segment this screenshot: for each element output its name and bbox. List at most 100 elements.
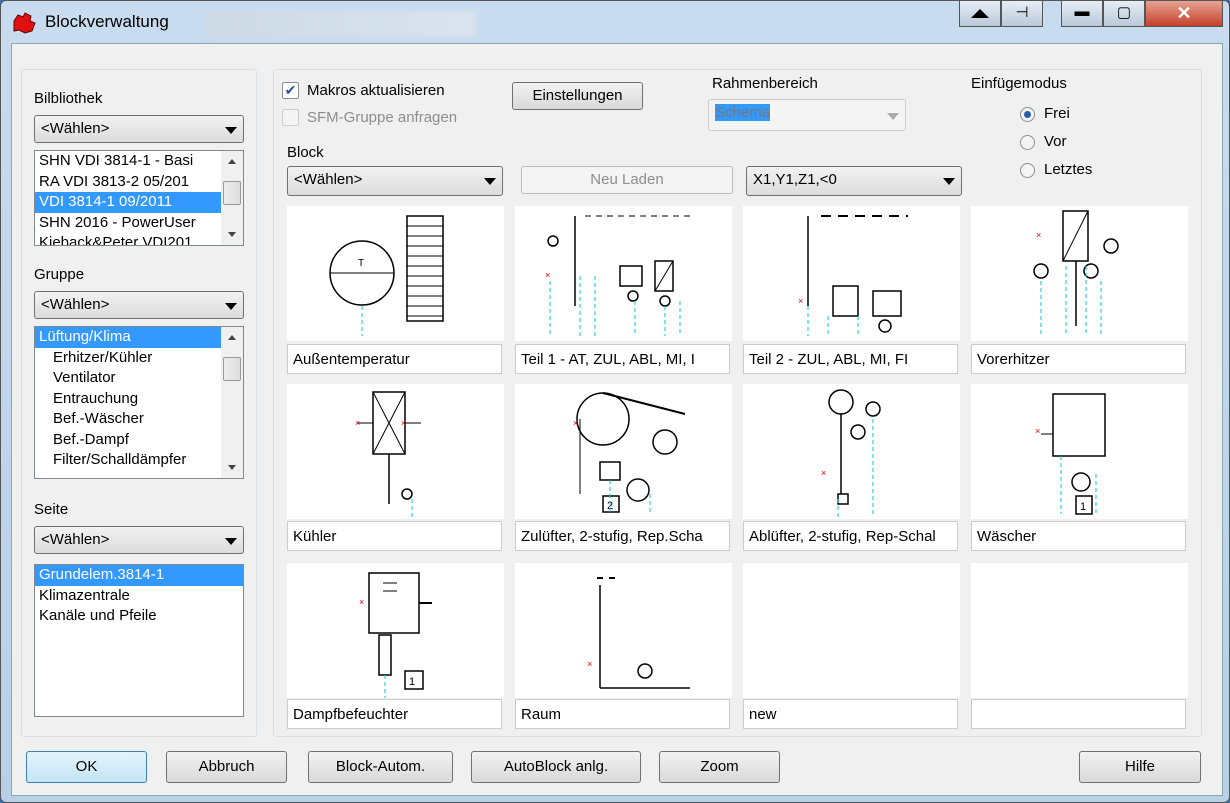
block-symbol-icon: × ×	[355, 391, 421, 519]
abbruch-button[interactable]: Abbruch	[166, 751, 287, 783]
block-tile-preview[interactable]: ×	[743, 384, 960, 519]
list-item[interactable]: Ventilator	[35, 368, 221, 389]
list-item[interactable]: Grundelem.3814-1	[35, 565, 243, 586]
seite-list[interactable]: Grundelem.3814-1 Klimazentrale Kanäle und …	[34, 564, 244, 717]
block-tile-preview[interactable]: T	[287, 206, 504, 341]
block-tile-preview[interactable]: 1 ×	[287, 563, 504, 698]
seite-combo[interactable]: <Wählen>	[34, 526, 244, 554]
block-tile-label[interactable]: Raum	[515, 699, 730, 729]
list-item[interactable]: Kieback&Peter VDI201	[35, 233, 221, 245]
einstellungen-button[interactable]: Einstellungen	[512, 82, 643, 110]
block-tile-preview[interactable]: ×	[971, 206, 1188, 341]
window-title: Blockverwaltung	[45, 12, 169, 31]
block-label: Block	[287, 144, 324, 161]
block-symbol-icon: 1×	[359, 572, 432, 698]
autoblock-button[interactable]: AutoBlock anlg.	[471, 751, 641, 783]
block-tile-preview[interactable]: ×	[515, 206, 732, 341]
pin-button[interactable]: ⊣	[1001, 1, 1043, 27]
list-item[interactable]: SHN 2016 - PowerUser	[35, 213, 221, 234]
block-tile-label[interactable]: Vorerhitzer	[971, 344, 1186, 374]
combo-value: <Wählen>	[41, 531, 110, 548]
ok-button[interactable]: OK	[26, 751, 147, 783]
block-tile-label[interactable]	[971, 699, 1186, 729]
svg-text:×: ×	[587, 659, 592, 669]
block-symbol-icon: ×	[545, 215, 695, 336]
list-item[interactable]: VDI 3814-1 09/2011	[35, 192, 221, 213]
makros-label: Makros aktualisieren	[307, 82, 445, 99]
einfuege-radio-2[interactable]	[1020, 163, 1035, 178]
bibliothek-combo[interactable]: <Wählen>	[34, 115, 244, 143]
block-tile-label[interactable]: Teil 1 - AT, ZUL, ABL, MI, I	[515, 344, 730, 374]
list-item[interactable]: Erhitzer/Kühler	[35, 348, 221, 369]
block-symbol-icon	[971, 563, 1188, 698]
list-item[interactable]: Klimazentrale	[35, 586, 243, 607]
chevron-down-icon	[225, 303, 237, 310]
chevron-down-icon	[887, 113, 899, 120]
block-tile-preview[interactable]	[743, 563, 960, 698]
minimize-button[interactable]: ▬	[1061, 1, 1103, 27]
list-item[interactable]: RA VDI 3813-2 05/201	[35, 172, 221, 193]
block-symbol-icon: ×	[1033, 210, 1119, 336]
sfm-checkbox[interactable]	[282, 109, 299, 126]
block-autom-button[interactable]: Block-Autom.	[308, 751, 453, 783]
chevron-down-icon	[943, 178, 955, 185]
list-item[interactable]: Bef.-Dampf	[35, 430, 221, 451]
block-symbol-icon: ×	[587, 577, 690, 689]
list-item[interactable]: SHN VDI 3814-1 - Basi	[35, 151, 221, 172]
block-combo[interactable]: <Wählen>	[287, 166, 503, 196]
svg-text:×: ×	[1035, 426, 1040, 436]
coords-combo[interactable]: X1,Y1,Z1,<0	[746, 166, 962, 196]
dialog-window: Blockverwaltung ⊣ ▬ ▢ ✕ Bilbliothek <Wäh…	[0, 0, 1230, 803]
block-tile-preview[interactable]	[971, 563, 1188, 698]
list-item[interactable]: Lüftung/Klima	[35, 327, 221, 348]
block-tile-preview[interactable]: × ×	[287, 384, 504, 519]
block-tile-label[interactable]: Teil 2 - ZUL, ABL, MI, FI	[743, 344, 958, 374]
scrollbar[interactable]	[221, 151, 243, 245]
chevron-down-icon	[225, 538, 237, 545]
einfuege-radio-1[interactable]	[1020, 135, 1035, 150]
scrollbar[interactable]	[221, 327, 243, 478]
app-puzzle-icon	[13, 12, 36, 34]
maximize-button[interactable]: ▢	[1103, 1, 1145, 27]
combo-value: <Wählen>	[41, 120, 110, 137]
chevron-down-icon	[484, 178, 496, 185]
svg-text:T: T	[358, 258, 364, 269]
block-tile-label[interactable]: Außentemperatur	[287, 344, 502, 374]
gruppe-combo[interactable]: <Wählen>	[34, 291, 244, 319]
einfuege-option-label: Vor	[1044, 133, 1067, 150]
block-symbol-icon: ×	[798, 215, 908, 336]
einfuege-option-label: Frei	[1044, 105, 1070, 122]
list-item[interactable]: Filter/Schalldämpfer	[35, 450, 221, 471]
collapse-button[interactable]	[959, 1, 1001, 27]
block-tile-preview[interactable]: ×	[743, 206, 960, 341]
gruppe-list[interactable]: Lüftung/Klima Erhitzer/Kühler Ventilator En…	[34, 326, 244, 479]
einfuege-radio-0[interactable]	[1020, 107, 1035, 122]
block-tile-label[interactable]: new	[743, 699, 958, 729]
list-item[interactable]: Entrauchung	[35, 389, 221, 410]
block-tile-preview[interactable]: 1 ×	[971, 384, 1188, 519]
rahmen-combo[interactable]: Schema	[708, 99, 906, 131]
block-tile-preview[interactable]: 2 ×	[515, 384, 732, 519]
close-button[interactable]: ✕	[1145, 1, 1223, 27]
seite-label: Seite	[34, 501, 69, 518]
hilfe-button[interactable]: Hilfe	[1079, 751, 1201, 783]
list-item[interactable]: Kanäle und Pfeile	[35, 606, 243, 627]
makros-checkbox[interactable]: ✔	[282, 82, 299, 99]
rahmen-label: Rahmenbereich	[712, 75, 818, 92]
block-tile-label[interactable]: Zulüfter, 2-stufig, Rep.Scha	[515, 521, 730, 551]
background-toolbar	[206, 11, 476, 37]
sfm-label: SFM-Gruppe anfragen	[307, 109, 458, 126]
block-tile-label[interactable]: Kühler	[287, 521, 502, 551]
block-symbol-icon	[743, 563, 960, 698]
block-tile-label[interactable]: Dampfbefeuchter	[287, 699, 502, 729]
block-tile-preview[interactable]: ×	[515, 563, 732, 698]
block-tile-label[interactable]: Wäscher	[971, 521, 1186, 551]
zoom-button[interactable]: Zoom	[659, 751, 780, 783]
bibliothek-list[interactable]: SHN VDI 3814-1 - Basi RA VDI 3813-2 05/20…	[34, 150, 244, 246]
svg-text:×: ×	[821, 468, 826, 478]
svg-text:×: ×	[1036, 230, 1041, 240]
svg-text:×: ×	[401, 418, 406, 428]
list-item[interactable]: Bef.-Wäscher	[35, 409, 221, 430]
neu-laden-button[interactable]: Neu Laden	[521, 166, 733, 194]
block-tile-label[interactable]: Ablüfter, 2-stufig, Rep-Schal	[743, 521, 958, 551]
